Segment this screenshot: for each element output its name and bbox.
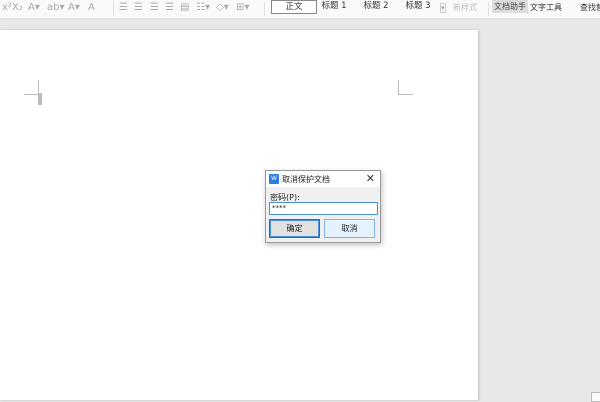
align-right-icon[interactable]: ☰ [150, 2, 159, 13]
ribbon-toolbar: x² X₂ A▾ ab▾ A▾ A ☰ ☰ ☰ ☰ ▤ ☷▾ ◇▾ ⊞▾ 正文 … [0, 0, 600, 19]
highlight-icon[interactable]: ab▾ [47, 2, 65, 13]
styles-more-icon[interactable]: ▾ [440, 3, 446, 13]
style-heading-1[interactable]: 标题 1 [312, 0, 356, 12]
dialog-title: 取消保护文档 [282, 175, 330, 184]
line-spacing-icon[interactable]: ☷▾ [196, 2, 210, 13]
border-icon[interactable]: ⊞▾ [236, 2, 249, 13]
password-input[interactable]: **** [269, 202, 378, 215]
margin-corner-top-right [398, 80, 413, 95]
divider [113, 2, 114, 16]
justify-icon[interactable]: ☰ [165, 2, 174, 13]
font-color-icon[interactable]: A▾ [68, 2, 80, 13]
align-left-icon[interactable]: ☰ [119, 2, 128, 13]
divider [264, 2, 265, 16]
shading-icon[interactable]: ◇▾ [216, 2, 229, 13]
char-shading-icon[interactable]: A [88, 2, 95, 13]
status-corner-button[interactable] [591, 392, 600, 402]
style-normal[interactable]: 正文 [271, 0, 317, 14]
divider [488, 2, 489, 16]
superscript-icon[interactable]: x² [2, 2, 12, 13]
dialog-titlebar[interactable]: W 取消保护文档 ✕ [266, 171, 380, 187]
cancel-button[interactable]: 取消 [324, 219, 375, 238]
find-replace-button[interactable]: 查找替换 [580, 1, 600, 15]
margin-corner-top-left [24, 80, 39, 95]
ok-button[interactable]: 确定 [269, 219, 320, 238]
subscript-icon[interactable]: X₂ [12, 2, 23, 13]
new-style-button[interactable]: 新样式 [453, 1, 477, 15]
text-tools-button[interactable]: 文字工具 [530, 1, 562, 15]
wps-app-icon: W [269, 174, 279, 184]
close-icon[interactable]: ✕ [366, 172, 375, 185]
unprotect-document-dialog: W 取消保护文档 ✕ 密码(P): **** 确定 取消 [265, 170, 381, 243]
doc-assistant-button[interactable]: 文档助手 [492, 0, 528, 13]
distributed-icon[interactable]: ▤ [180, 2, 189, 13]
document-page[interactable] [0, 30, 478, 400]
style-heading-3[interactable]: 标题 3 [396, 0, 440, 12]
text-effect-icon[interactable]: A▾ [28, 2, 40, 13]
text-cursor [38, 93, 42, 105]
align-center-icon[interactable]: ☰ [134, 2, 143, 13]
style-heading-2[interactable]: 标题 2 [354, 0, 398, 12]
